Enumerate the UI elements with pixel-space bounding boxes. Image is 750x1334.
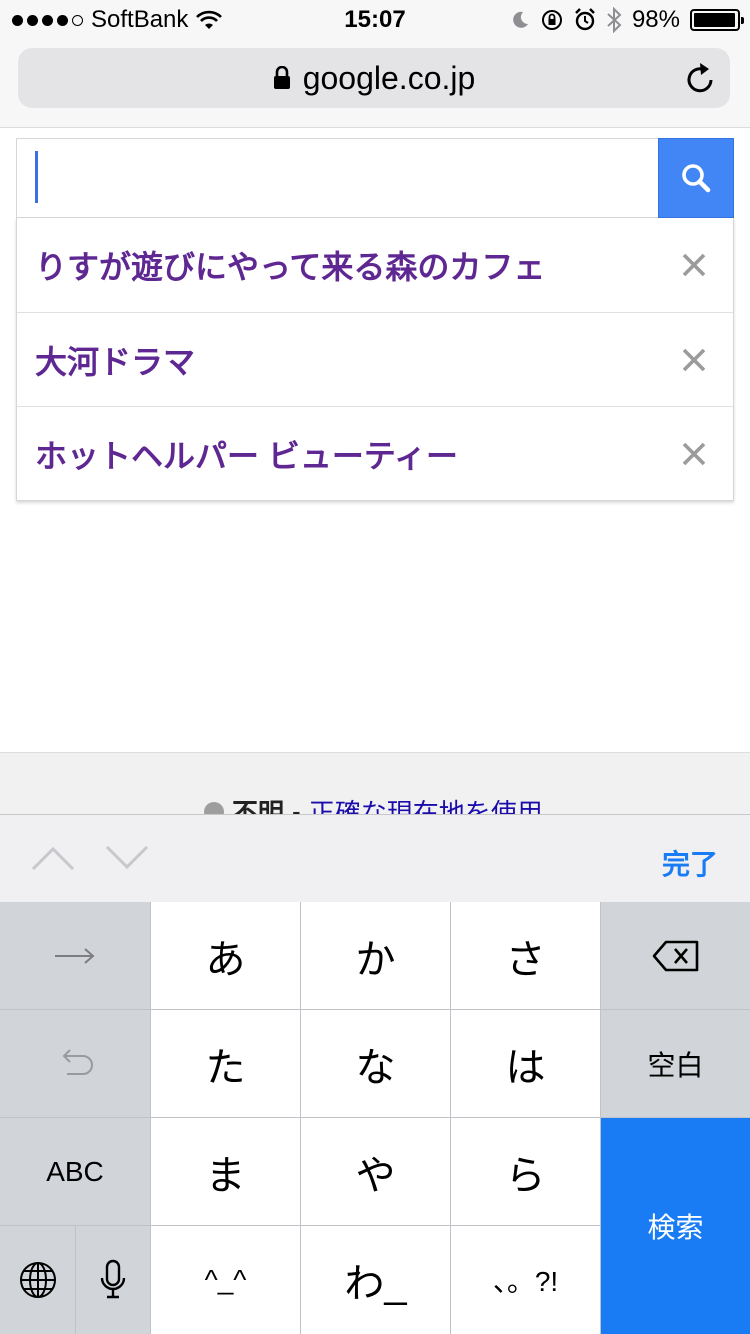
delete-key[interactable] bbox=[601, 902, 750, 1009]
browser-toolbar: google.co.jp bbox=[0, 40, 750, 128]
search-input[interactable] bbox=[17, 139, 659, 217]
key-na[interactable]: な bbox=[301, 1010, 450, 1117]
undo-key[interactable] bbox=[0, 1010, 150, 1117]
address-domain: google.co.jp bbox=[302, 59, 476, 96]
battery-fill bbox=[694, 13, 736, 27]
reload-icon[interactable] bbox=[684, 61, 716, 95]
japanese-kana-keyboard: あ か さ た な は 空白 ABC ま や ら 検索 ^_^ わ_ 、。?! bbox=[0, 902, 750, 1334]
backspace-icon bbox=[652, 940, 698, 971]
key-a[interactable]: あ bbox=[151, 902, 300, 1009]
search-box bbox=[16, 138, 734, 218]
globe-icon bbox=[19, 1262, 56, 1298]
search-key[interactable]: 検索 bbox=[601, 1118, 750, 1334]
done-button[interactable]: 完了 bbox=[662, 843, 718, 883]
battery-percent: 98% bbox=[631, 6, 680, 33]
form-accessory-bar: 完了 bbox=[0, 814, 750, 902]
address-bar[interactable]: google.co.jp bbox=[18, 48, 730, 108]
suggestion-text: りすが遊びにやって来る森のカフェ bbox=[35, 249, 546, 285]
search-icon bbox=[682, 164, 711, 193]
address-content: google.co.jp bbox=[18, 48, 730, 108]
key-ma[interactable]: ま bbox=[151, 1118, 300, 1225]
arrow-right-key[interactable] bbox=[0, 902, 150, 1009]
previous-field-icon[interactable] bbox=[30, 843, 76, 873]
key-punctuation[interactable]: 、。?! bbox=[451, 1226, 600, 1334]
screen: SoftBank 15:07 98% google.co.jp りすが遊びにやっ… bbox=[0, 0, 750, 1334]
microphone-icon bbox=[100, 1259, 126, 1299]
key-ra[interactable]: ら bbox=[451, 1118, 600, 1225]
lock-icon bbox=[273, 66, 290, 89]
key-ya[interactable]: や bbox=[301, 1118, 450, 1225]
arrow-right-icon bbox=[55, 947, 95, 964]
key-ka[interactable]: か bbox=[301, 902, 450, 1009]
status-bar: SoftBank 15:07 98% bbox=[0, 0, 750, 40]
suggestion-text: ホットヘルパー ビューティー bbox=[35, 437, 458, 474]
text-caret bbox=[35, 151, 38, 203]
next-field-icon[interactable] bbox=[104, 843, 150, 873]
search-button[interactable] bbox=[658, 138, 734, 218]
remove-suggestion-icon[interactable] bbox=[679, 250, 709, 280]
bluetooth-icon bbox=[607, 7, 622, 33]
remove-suggestion-icon[interactable] bbox=[679, 345, 709, 375]
suggestion-item[interactable]: ホットヘルパー ビューティー bbox=[17, 406, 733, 500]
abc-key[interactable]: ABC bbox=[0, 1118, 150, 1225]
key-wa[interactable]: わ_ bbox=[301, 1226, 450, 1334]
battery-icon bbox=[690, 9, 744, 31]
status-right: 98% bbox=[510, 6, 744, 34]
globe-key[interactable] bbox=[0, 1226, 75, 1334]
dictation-key[interactable] bbox=[76, 1226, 150, 1334]
key-ha[interactable]: は bbox=[451, 1010, 600, 1117]
rotation-lock-icon bbox=[541, 10, 562, 30]
alarm-icon bbox=[575, 8, 595, 31]
suggestion-list: りすが遊びにやって来る森のカフェ 大河ドラマ ホットヘルパー ビューティー bbox=[16, 218, 734, 501]
suggestion-item[interactable]: 大河ドラマ bbox=[17, 312, 733, 406]
suggestion-text: 大河ドラマ bbox=[35, 343, 196, 380]
undo-icon bbox=[62, 1048, 93, 1075]
space-key[interactable]: 空白 bbox=[601, 1010, 750, 1117]
key-ta[interactable]: た bbox=[151, 1010, 300, 1117]
key-emoticon[interactable]: ^_^ bbox=[151, 1226, 300, 1334]
remove-suggestion-icon[interactable] bbox=[679, 439, 709, 469]
suggestion-item[interactable]: りすが遊びにやって来る森のカフェ bbox=[17, 218, 733, 312]
key-sa[interactable]: さ bbox=[451, 902, 600, 1009]
moon-icon bbox=[513, 11, 528, 28]
